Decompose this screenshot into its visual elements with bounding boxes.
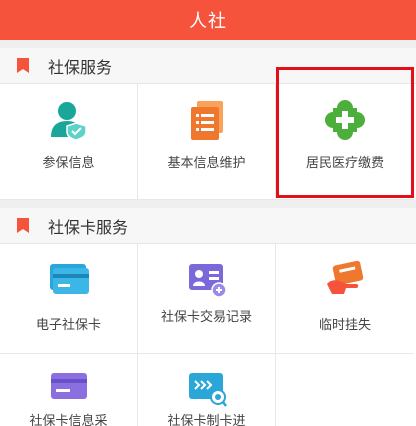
section-header-social-security: 社保服务 (0, 48, 416, 84)
card-info-icon (50, 373, 87, 399)
tile-label: 居民医疗缴费 (305, 156, 384, 171)
tile-label: 电子社保卡 (35, 318, 101, 333)
tile-temporary-loss-report[interactable]: 临时挂失 (276, 244, 414, 354)
tile-resident-medical-payment[interactable]: 居民医疗缴费 (276, 84, 414, 200)
app-header: 人社 (0, 0, 416, 40)
tile-basic-info-maintenance[interactable]: 基本信息维护 (138, 84, 276, 200)
tile-card-transaction-record[interactable]: 社保卡交易记录 (138, 244, 276, 354)
tile-card-production-progress[interactable]: 社保卡制卡进 (138, 354, 276, 426)
tile-empty (276, 354, 414, 426)
document-list-icon (190, 101, 223, 140)
page-title: 人社 (189, 11, 227, 32)
hand-card-icon (327, 260, 364, 294)
section-title: 社保服务 (48, 57, 113, 77)
person-shield-icon (50, 102, 87, 141)
card-icon (49, 264, 89, 294)
tile-card-info-collection[interactable]: 社保卡信息采 (0, 354, 138, 426)
section-title: 社保卡服务 (48, 217, 129, 237)
tile-electronic-card[interactable]: 电子社保卡 (0, 244, 138, 354)
card-progress-icon (188, 373, 227, 407)
tile-insurance-info[interactable]: 参保信息 (0, 84, 138, 200)
card-record-icon (188, 264, 227, 298)
tile-label: 社保卡信息采 (29, 414, 108, 426)
bookmark-icon (17, 218, 29, 233)
social-security-grid: 参保信息 基本信息维护 居民医疗缴费 (0, 84, 416, 200)
bookmark-icon (17, 58, 29, 73)
tile-label: 社保卡制卡进 (167, 414, 246, 426)
tile-label: 社保卡交易记录 (160, 310, 252, 325)
tile-label: 参保信息 (42, 156, 95, 171)
tile-label: 临时挂失 (318, 318, 371, 333)
tile-label: 基本信息维护 (167, 156, 246, 171)
section-header-card-services: 社保卡服务 (0, 208, 416, 244)
card-services-grid: 电子社保卡 社保卡交易记录 临时挂失 社保卡信息采 社保卡制卡进 (0, 244, 416, 426)
medical-cross-icon (325, 100, 365, 140)
